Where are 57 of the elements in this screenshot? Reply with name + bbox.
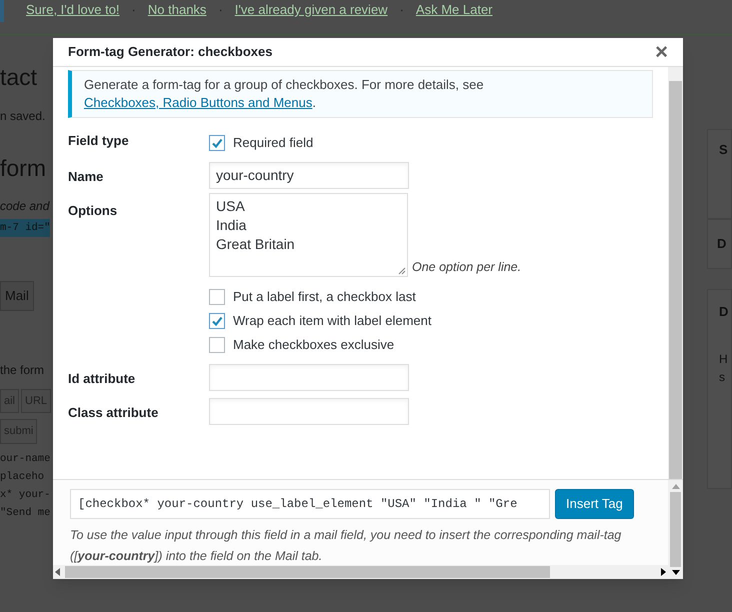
code-line: our-name — [0, 452, 52, 466]
page-text: s — [719, 368, 726, 386]
page-heading: form — [0, 157, 47, 180]
field-label: Id attribute — [68, 370, 136, 388]
page-text: H — [719, 350, 729, 368]
text-field[interactable] — [209, 364, 409, 391]
separator: · — [400, 1, 404, 19]
notice-link[interactable]: Sure, I'd love to! — [26, 0, 120, 20]
scroll-down-icon — [672, 570, 680, 576]
options-hint: One option per line. — [412, 259, 522, 276]
info-notice: Generate a form-tag for a group of checkboxes. For more details, see Checkboxes, Radio Buttons and Menus. — [68, 70, 653, 118]
page-heading: tact — [0, 66, 38, 89]
scroll-up-icon — [672, 483, 680, 489]
text-field[interactable]: your-country — [209, 162, 409, 189]
horizontal-scrollbar[interactable] — [53, 565, 668, 579]
insert-tag-button[interactable]: Insert Tag — [555, 489, 634, 519]
checkbox-label: Make checkboxes exclusive — [233, 336, 394, 354]
code-line: "Send me — [0, 506, 52, 520]
page-text: code and — [0, 198, 51, 215]
panel-title: S — [719, 141, 729, 159]
dialog-title: Form-tag Generator: checkboxes — [68, 43, 272, 62]
vertical-scrollbar[interactable] — [668, 67, 683, 479]
notice-link[interactable]: Ask Me Later — [416, 0, 493, 20]
checkbox-label: Put a label first, a checkbox last — [233, 288, 416, 306]
page-text: n saved. — [0, 108, 46, 125]
scroll-left-icon — [55, 568, 61, 576]
field-label: Class attribute — [68, 404, 160, 422]
checkbox-label: Wrap each item with label element — [233, 312, 432, 330]
field-label: Name — [68, 168, 104, 186]
panel-title: D — [719, 303, 730, 321]
panel-title: D — [717, 235, 728, 253]
checkbox[interactable] — [209, 337, 225, 353]
resize-handle-icon — [398, 267, 406, 275]
checkbox-label: Required field — [233, 134, 314, 152]
code-line: placeho — [0, 470, 46, 484]
checkbox[interactable] — [209, 135, 225, 151]
checkbox[interactable] — [209, 289, 225, 305]
close-button[interactable]: × — [655, 41, 668, 63]
separator: · — [132, 1, 136, 19]
checkmark-icon — [211, 137, 223, 149]
scroll-right-icon — [660, 568, 666, 576]
checkmark-icon — [211, 315, 223, 327]
field-label: Options — [68, 202, 118, 220]
notice-link[interactable]: I've already given a review — [234, 0, 388, 20]
page-text: the form — [0, 362, 46, 378]
mail-tag-note: To use the value input through this field in a mail field, you need to insert the corresponding mail-tag ([your-country]) into the field on the Mail tab. — [70, 527, 622, 565]
footer-scrollbar[interactable] — [668, 480, 683, 579]
code-line: m-7 id=" — [0, 221, 50, 236]
form-tag-field[interactable]: [checkbox* your-country use_label_element "USA" "India " "Gre — [70, 489, 550, 519]
separator: · — [218, 1, 223, 19]
code-line: x* your- — [0, 488, 52, 502]
options-textarea[interactable]: USA India Great Britain — [209, 193, 408, 277]
field-label: Field type — [68, 132, 130, 150]
docs-link[interactable]: Checkboxes, Radio Buttons and Menus — [84, 95, 312, 110]
notice-link[interactable]: No thanks — [148, 0, 206, 20]
text-field[interactable] — [209, 398, 409, 425]
checkbox[interactable] — [209, 313, 225, 329]
